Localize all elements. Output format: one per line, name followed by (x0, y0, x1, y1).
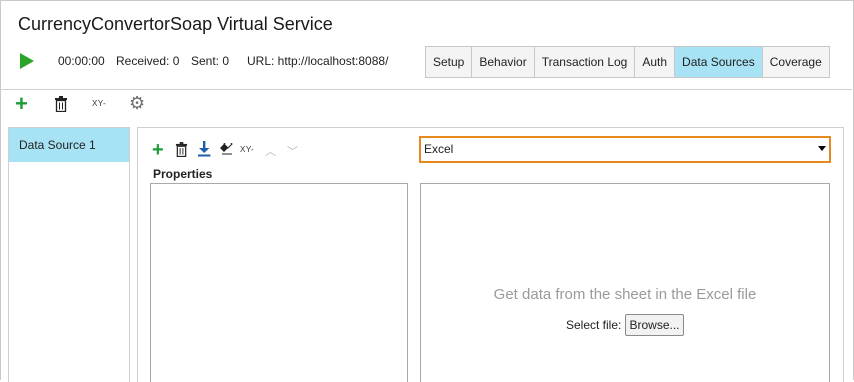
play-icon[interactable] (20, 53, 34, 69)
chevron-down-icon (818, 146, 826, 151)
source-type-select[interactable]: Excel (419, 136, 831, 163)
service-url: URL: http://localhost:8088/ (247, 54, 389, 68)
plus-icon[interactable]: + (15, 93, 28, 115)
chevron-down-icon[interactable]: ﹀ (287, 143, 298, 159)
rename-icon[interactable]: XY- (92, 99, 106, 108)
trash-icon[interactable] (175, 142, 188, 157)
trash-icon[interactable] (54, 96, 68, 112)
tab-setup[interactable]: Setup (426, 47, 473, 77)
source-hint: Get data from the sheet in the Excel fil… (493, 286, 757, 303)
received-count: Received: 0 (116, 54, 180, 68)
properties-grid[interactable] (150, 183, 408, 382)
chevron-up-icon[interactable]: ︿ (265, 143, 276, 159)
download-icon[interactable] (197, 141, 211, 157)
excel-source-panel: Get data from the sheet in the Excel fil… (420, 183, 830, 382)
datasource-item[interactable]: Data Source 1 (9, 128, 129, 162)
tab-bar: Setup Behavior Transaction Log Auth Data… (425, 46, 830, 78)
tab-transaction-log[interactable]: Transaction Log (534, 47, 636, 77)
tab-coverage[interactable]: Coverage (762, 47, 829, 77)
tab-data-sources[interactable]: Data Sources (675, 47, 763, 77)
sent-count: Sent: 0 (191, 54, 230, 68)
source-type-value: Excel (424, 142, 454, 156)
page-title: CurrencyConvertorSoap Virtual Service (18, 14, 333, 34)
plus-icon[interactable]: + (152, 140, 164, 160)
tab-behavior[interactable]: Behavior (472, 47, 535, 77)
browse-button[interactable]: Browse... (625, 314, 684, 336)
tab-auth[interactable]: Auth (635, 47, 676, 77)
gear-icon[interactable]: ⚙ (129, 94, 145, 112)
properties-label: Properties (153, 167, 213, 181)
toolbar-divider (0, 89, 852, 90)
eraser-icon[interactable] (219, 143, 233, 155)
rename-icon[interactable]: XY- (240, 145, 254, 154)
elapsed-time: 00:00:00 (58, 54, 105, 68)
datasource-list: Data Source 1 (8, 127, 130, 382)
select-file-label: Select file: (566, 318, 622, 332)
